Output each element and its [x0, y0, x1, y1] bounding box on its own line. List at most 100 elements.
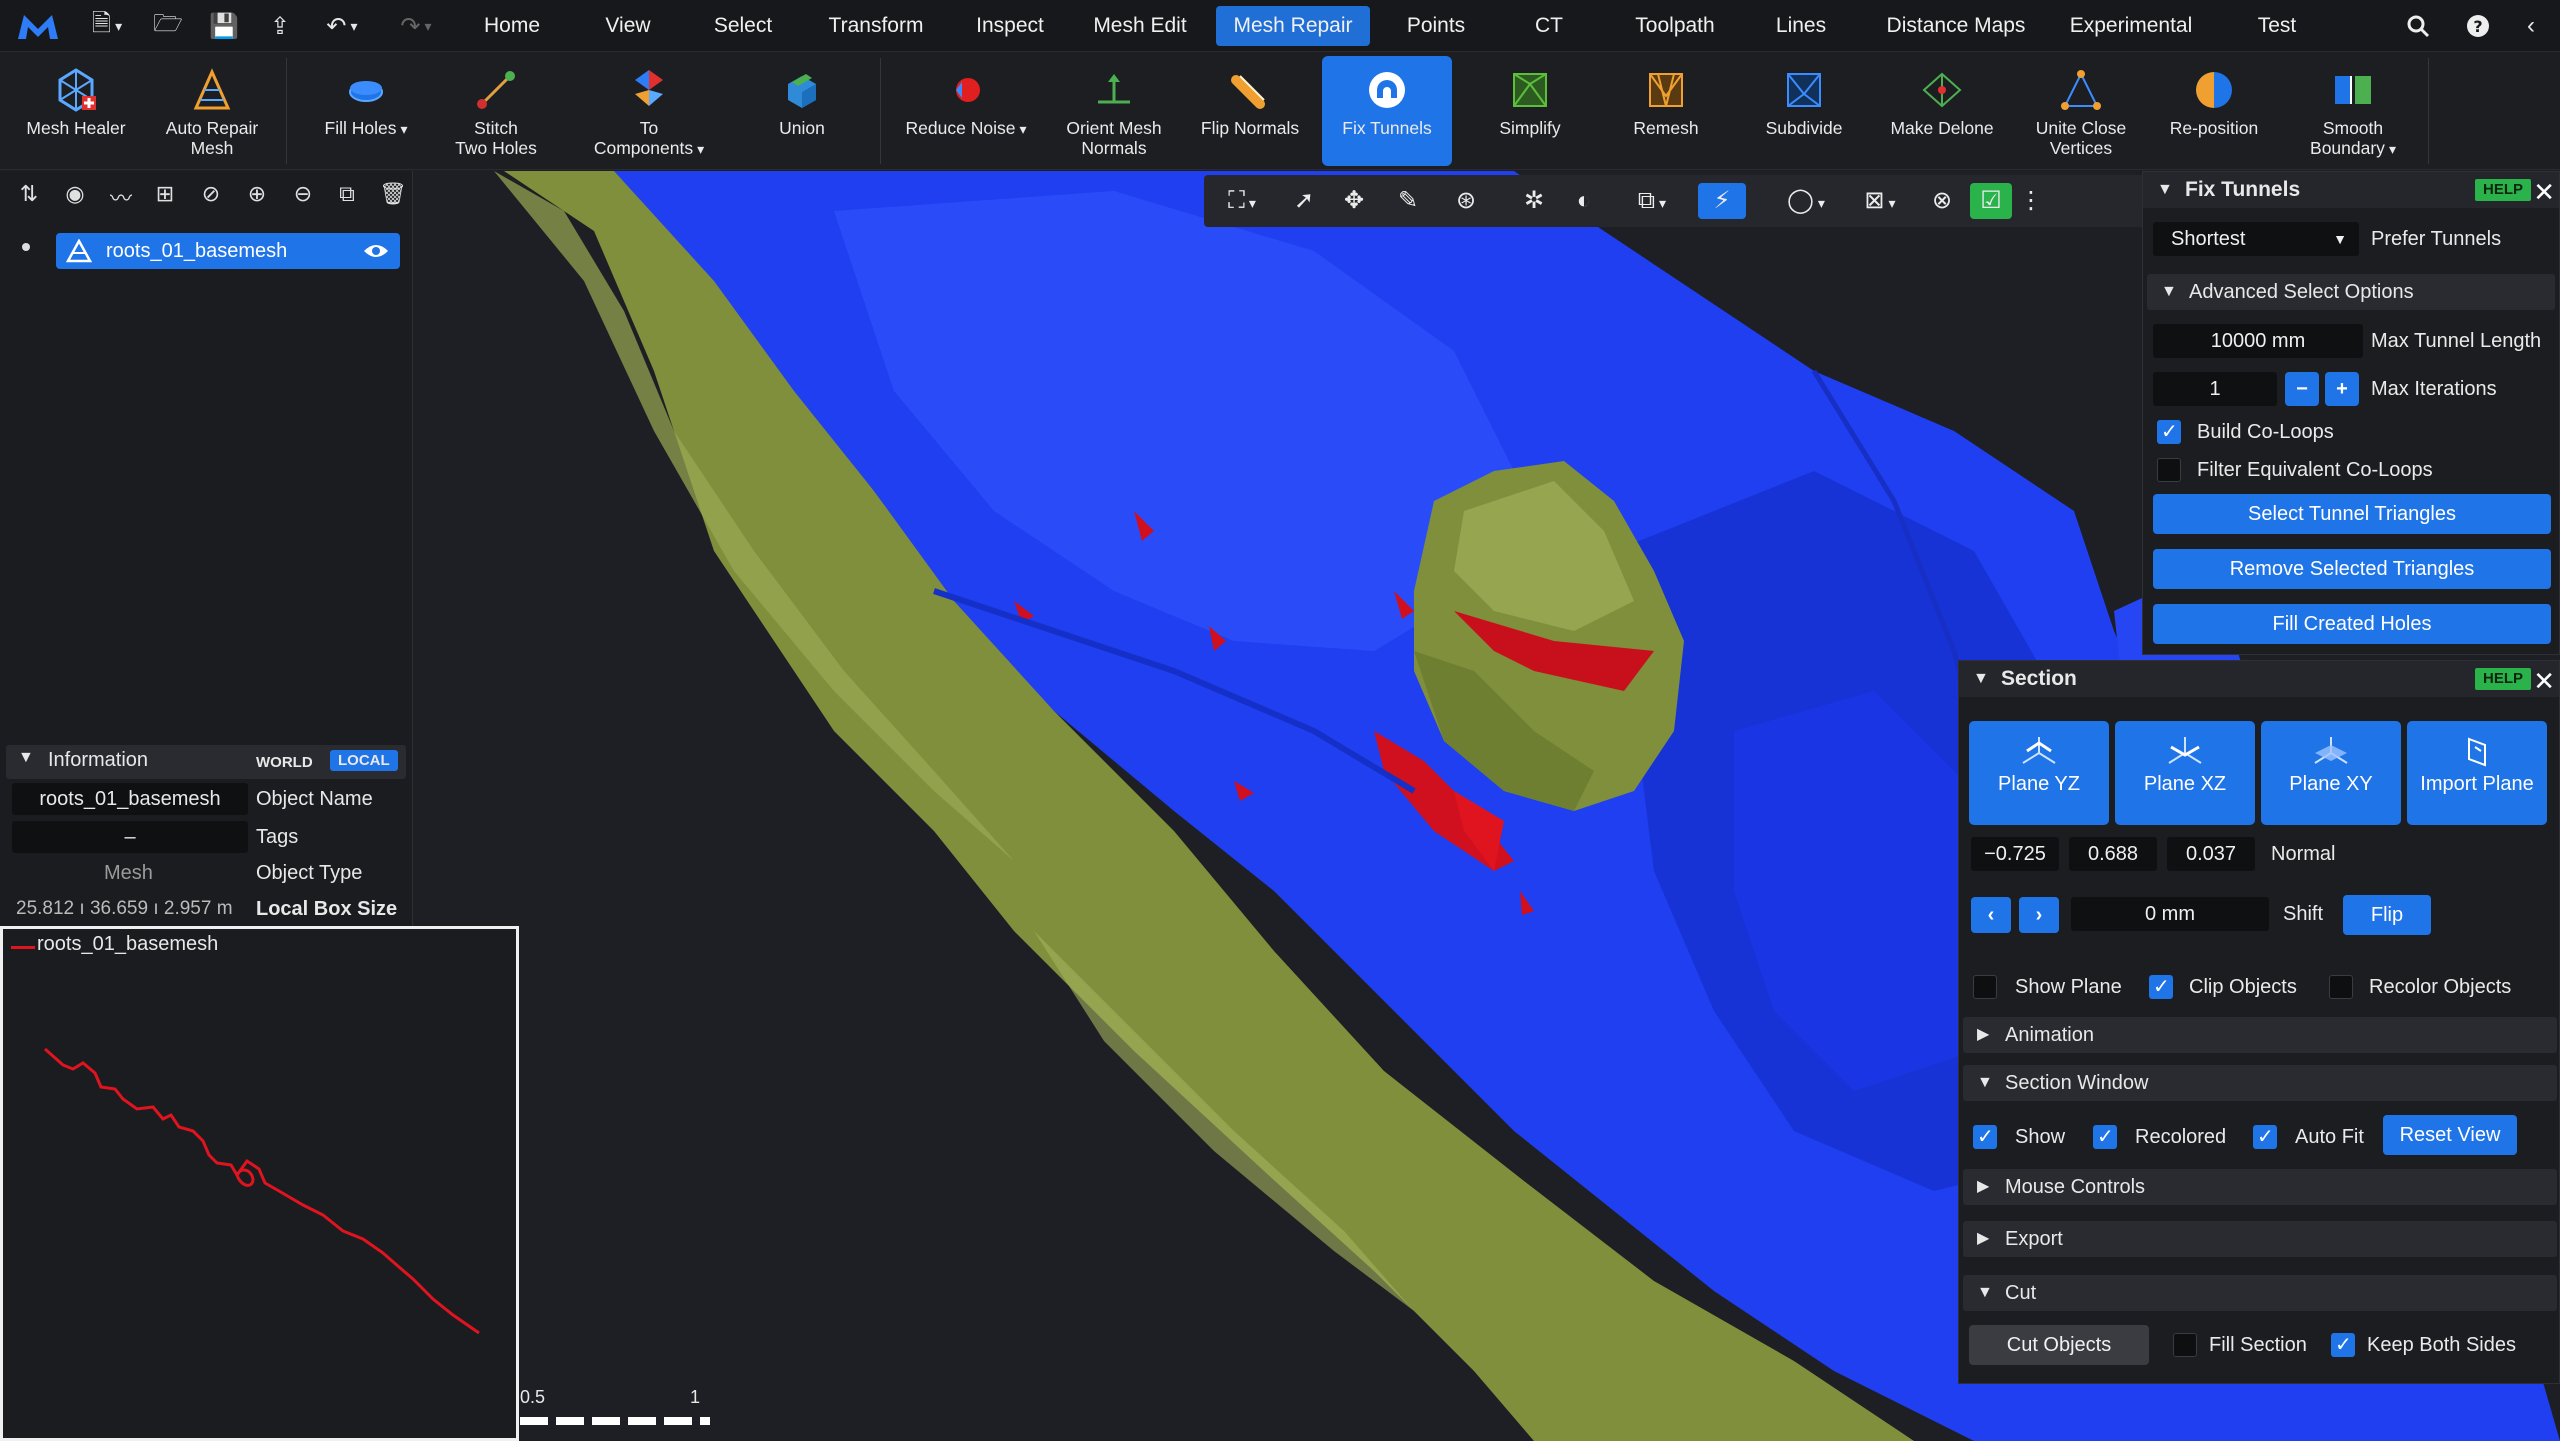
export-header[interactable]: ▶ Export — [1963, 1221, 2557, 1257]
tab-ct[interactable]: CT — [1526, 6, 1572, 46]
normal-y-input[interactable]: 0.688 — [2069, 837, 2157, 871]
recolor-objects-checkbox[interactable] — [2329, 975, 2353, 999]
max-tunnel-length-input[interactable]: 10000 mm — [2153, 324, 2363, 358]
subdivide-button[interactable]: Subdivide — [1744, 56, 1864, 166]
fit-view-icon[interactable]: ⛶ ▾ — [1212, 183, 1272, 219]
union-button[interactable]: Union — [744, 56, 860, 166]
mouse-controls-header[interactable]: ▶ Mouse Controls — [1963, 1169, 2557, 1205]
file-menu-icon[interactable]: 🗎 ▾ — [82, 8, 132, 44]
redo-icon[interactable]: ↷ ▾ — [390, 8, 442, 44]
close-icon[interactable]: ✕ — [2533, 174, 2555, 210]
unite-vertices-button[interactable]: Unite Close Vertices — [2016, 56, 2146, 166]
tab-transform[interactable]: Transform — [812, 6, 940, 46]
select-tunnel-triangles-button[interactable]: Select Tunnel Triangles — [2153, 494, 2551, 534]
show-plane-checkbox[interactable] — [1973, 975, 1997, 999]
undo-icon[interactable]: ↶ ▾ — [316, 8, 368, 44]
confirm-icon[interactable]: ☑ — [1970, 183, 2012, 219]
reposition-button[interactable]: Re-position — [2154, 56, 2274, 166]
sort-icon[interactable]: ⇅ — [14, 181, 44, 209]
edit-icon[interactable]: ✎ — [1388, 183, 1428, 219]
move-down-icon[interactable]: ⊖ — [288, 181, 318, 209]
tab-home[interactable]: Home — [464, 6, 560, 46]
tab-mesh-repair[interactable]: Mesh Repair — [1216, 6, 1370, 46]
group-icon[interactable]: ⧉ — [332, 181, 362, 209]
advanced-options-header[interactable]: ▼ Advanced Select Options — [2147, 274, 2555, 310]
deselect-icon[interactable]: ⊘ — [196, 181, 226, 209]
eye-icon[interactable]: ◉ — [60, 181, 90, 209]
help-icon[interactable]: ? — [2460, 8, 2496, 44]
simplify-button[interactable]: Simplify — [1470, 56, 1590, 166]
fix-tunnels-header[interactable]: ▼ Fix Tunnels HELP ✕ — [2143, 172, 2559, 208]
export-icon[interactable]: ⇪ — [262, 8, 298, 44]
delete-icon[interactable]: 🗑 — [378, 181, 408, 209]
fill-section-checkbox[interactable] — [2173, 1333, 2197, 1357]
close-icon[interactable]: ✕ — [2533, 663, 2555, 699]
shift-back-button[interactable]: ‹ — [1971, 897, 2011, 933]
section-header[interactable]: ▼ Section HELP ✕ — [1959, 661, 2559, 697]
tab-inspect[interactable]: Inspect — [962, 6, 1058, 46]
shading-icon[interactable]: ◐ — [1564, 183, 1604, 219]
plane-xy-button[interactable]: Plane XY — [2261, 721, 2401, 825]
shift-input[interactable]: 0 mm — [2071, 897, 2269, 931]
tab-points[interactable]: Points — [1394, 6, 1478, 46]
cut-objects-button[interactable]: Cut Objects — [1969, 1325, 2149, 1365]
flip-button[interactable]: Flip — [2343, 895, 2431, 935]
stitch-two-holes-button[interactable]: Stitch Two Holes — [440, 56, 552, 166]
recolored-checkbox[interactable] — [2093, 1124, 2117, 1149]
keep-both-sides-checkbox[interactable] — [2331, 1332, 2355, 1357]
select-arrow-icon[interactable]: ➚ — [1284, 183, 1324, 219]
scene-object-item[interactable]: roots_01_basemesh — [56, 233, 400, 269]
information-header[interactable]: ▼ Information WORLD LOCAL — [6, 745, 406, 779]
reset-view-button[interactable]: Reset View — [2383, 1115, 2517, 1155]
box-select-icon[interactable]: ⊠ ▾ — [1850, 183, 1910, 219]
tab-lines[interactable]: Lines — [1770, 6, 1832, 46]
fill-created-holes-button[interactable]: Fill Created Holes — [2153, 604, 2551, 644]
normal-z-input[interactable]: 0.037 — [2167, 837, 2255, 871]
tab-mesh-edit[interactable]: Mesh Edit — [1082, 6, 1198, 46]
cut-header[interactable]: ▼ Cut — [1963, 1275, 2557, 1311]
filter-coloops-checkbox[interactable] — [2157, 458, 2181, 482]
help-badge[interactable]: HELP — [2475, 668, 2532, 690]
flip-normals-button[interactable]: Flip Normals — [1190, 56, 1310, 166]
to-components-button[interactable]: To Components ▾ — [584, 56, 714, 166]
max-iterations-input[interactable]: 1 — [2153, 372, 2277, 406]
clip-active-icon[interactable]: ⚡ — [1698, 183, 1746, 219]
prefer-tunnels-select[interactable]: Shortest ▼ — [2153, 222, 2359, 256]
section-window[interactable]: roots_01_basemesh — [0, 926, 519, 1441]
local-toggle[interactable]: LOCAL — [330, 750, 398, 771]
visibility-eye-icon[interactable] — [362, 241, 390, 261]
clip-objects-checkbox[interactable] — [2149, 974, 2173, 999]
more-options-icon[interactable]: ⋮ — [2018, 183, 2044, 219]
reduce-noise-button[interactable]: Reduce Noise ▾ — [896, 56, 1036, 166]
mesh-view-icon[interactable]: ✲ — [1514, 183, 1554, 219]
select-all-icon[interactable]: ⊞ — [150, 181, 180, 209]
plane-xz-button[interactable]: Plane XZ — [2115, 721, 2255, 825]
orient-normals-button[interactable]: Orient Mesh Normals — [1054, 56, 1174, 166]
tab-test[interactable]: Test — [2246, 6, 2308, 46]
shift-forward-button[interactable]: › — [2019, 897, 2059, 933]
move-icon[interactable]: ✥ — [1334, 183, 1374, 219]
move-up-icon[interactable]: ⊕ — [242, 181, 272, 209]
rotate-icon[interactable]: ⊛ — [1446, 183, 1486, 219]
open-folder-icon[interactable]: 🗁 — [150, 8, 186, 44]
fix-tunnels-button[interactable]: Fix Tunnels — [1322, 56, 1452, 166]
save-icon[interactable]: 💾 — [206, 8, 242, 44]
build-coloops-checkbox[interactable] — [2157, 419, 2181, 444]
animation-header[interactable]: ▶ Animation — [1963, 1017, 2557, 1053]
clone-icon[interactable]: ⧉ ▾ — [1624, 183, 1680, 219]
no-select-icon[interactable]: ⊗ — [1922, 183, 1962, 219]
fill-holes-button[interactable]: Fill Holes ▾ — [302, 56, 430, 166]
tags-value[interactable]: – — [12, 821, 248, 853]
plane-yz-button[interactable]: Plane YZ — [1969, 721, 2109, 825]
auto-repair-button[interactable]: Auto Repair Mesh — [154, 56, 270, 166]
make-delone-button[interactable]: Make Delone — [1880, 56, 2004, 166]
tab-toolpath[interactable]: Toolpath — [1620, 6, 1730, 46]
lasso-icon[interactable]: ◯ ▾ — [1778, 183, 1834, 219]
smooth-boundary-button[interactable]: Smooth Boundary ▾ — [2290, 56, 2416, 166]
collapse-left-icon[interactable]: ‹ — [2516, 8, 2546, 44]
increment-button[interactable]: + — [2325, 372, 2359, 406]
normal-x-input[interactable]: −0.725 — [1971, 837, 2059, 871]
app-logo-icon[interactable] — [14, 8, 62, 44]
remesh-button[interactable]: Remesh — [1606, 56, 1726, 166]
auto-fit-checkbox[interactable] — [2253, 1124, 2277, 1149]
